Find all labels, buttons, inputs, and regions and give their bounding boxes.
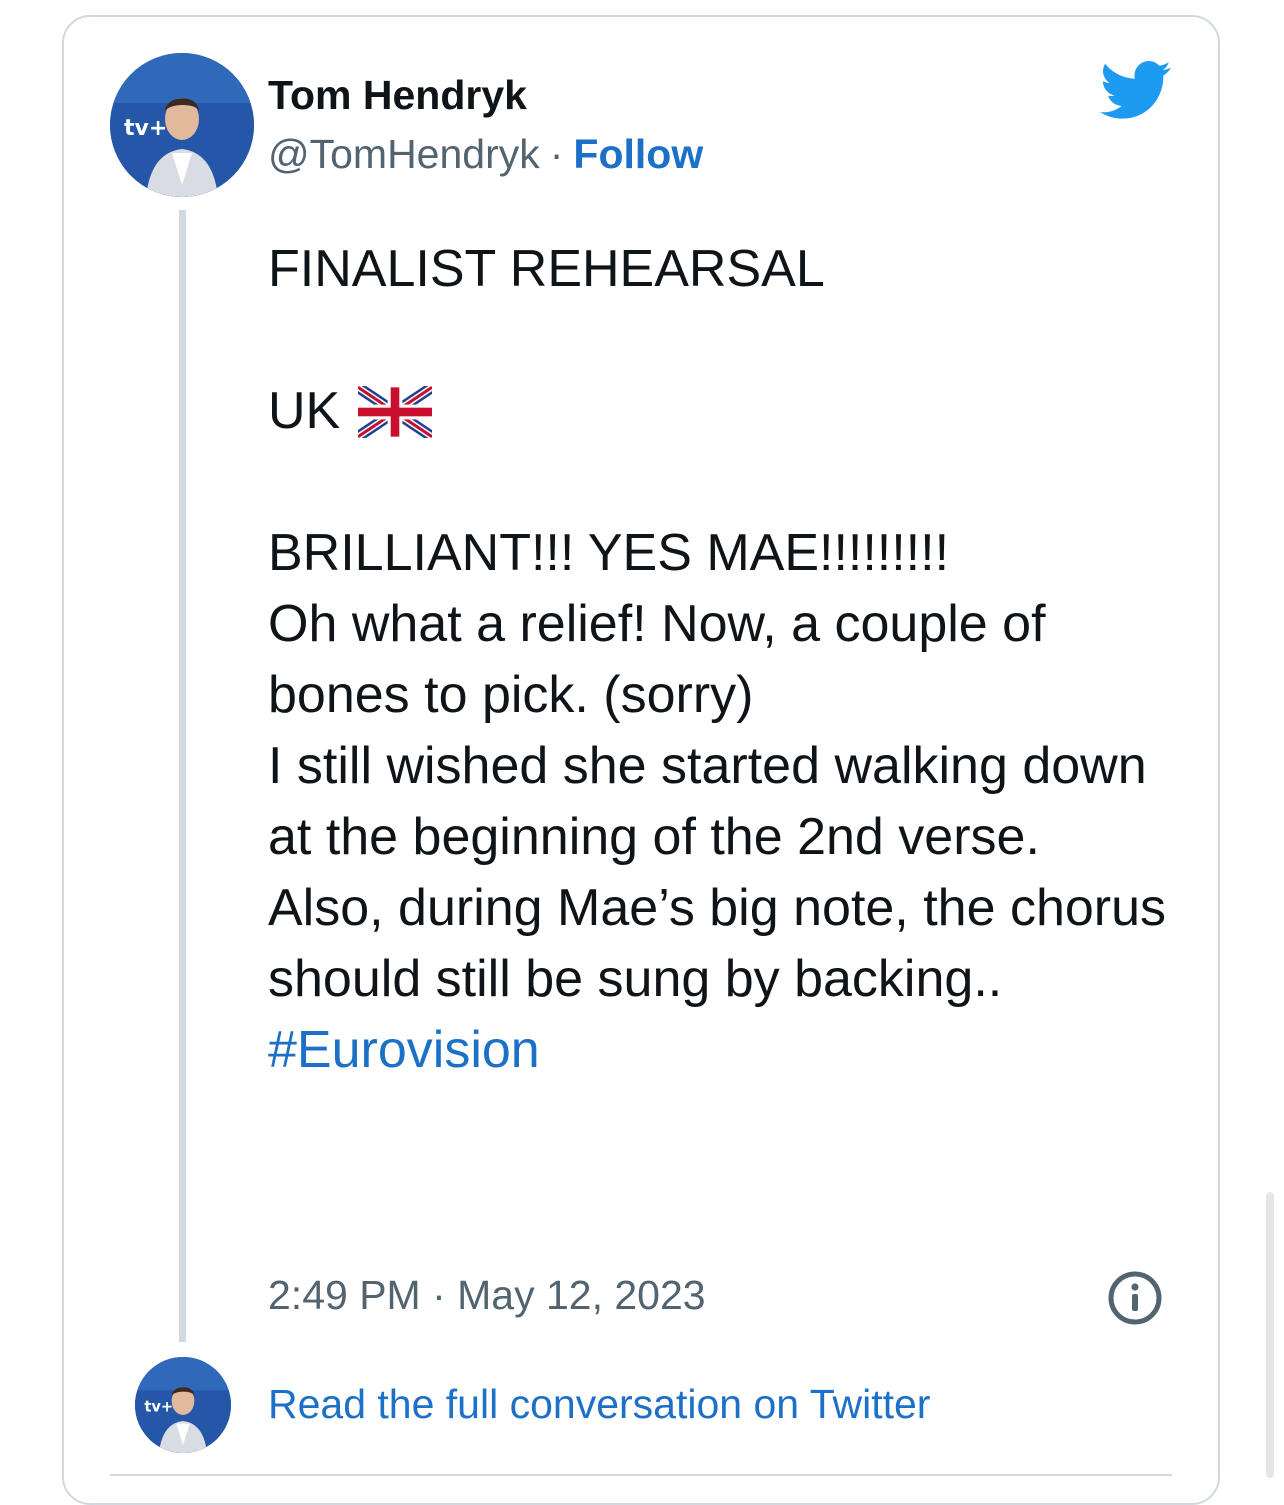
author-name[interactable]: Tom Hendryk	[268, 70, 527, 120]
uk-flag-icon	[358, 385, 433, 438]
scrollbar[interactable]	[1266, 1192, 1274, 1478]
info-icon[interactable]	[1107, 1270, 1163, 1326]
author-handle-row: @TomHendryk · Follow	[268, 129, 703, 179]
follow-link[interactable]: Follow	[573, 131, 703, 177]
tweet-line-brilliant: BRILLIANT!!! YES MAE!!!!!!!!!	[268, 524, 950, 582]
tweet-line-chorus: Also, during Mae’s big note, the chorus …	[268, 879, 1167, 1008]
author-avatar[interactable]: tv+	[110, 53, 254, 197]
tweet-timestamp[interactable]: 2:49 PM · May 12, 2023	[268, 1268, 706, 1322]
svg-text:tv+: tv+	[124, 116, 167, 141]
read-full-conversation-link[interactable]: Read the full conversation on Twitter	[268, 1377, 930, 1431]
twitter-bird-icon[interactable]	[1100, 60, 1172, 122]
hashtag-link[interactable]: #Eurovision	[268, 1021, 540, 1079]
tweet-line-walking: I still wished she started walking down …	[268, 737, 1147, 866]
profile-photo-icon: tv+	[135, 1357, 231, 1453]
thread-line	[179, 210, 186, 1342]
tweet-text: FINALIST REHEARSAL UK BRILLIANT!!! YES M…	[268, 234, 1188, 1086]
handle-separator: ·	[549, 131, 564, 177]
author-handle[interactable]: @TomHendryk	[268, 131, 540, 177]
divider	[110, 1474, 1172, 1476]
tweet-line-headline: FINALIST REHEARSAL	[268, 240, 825, 298]
footer-avatar[interactable]: tv+	[135, 1357, 231, 1453]
tweet-line-uk-text: UK	[268, 382, 341, 440]
tweet-line-relief: Oh what a relief! Now, a couple of bones…	[268, 595, 1046, 724]
profile-photo-icon: tv+	[110, 53, 254, 197]
tweet-line-uk: UK	[268, 376, 1188, 447]
svg-text:tv+: tv+	[144, 1399, 173, 1416]
